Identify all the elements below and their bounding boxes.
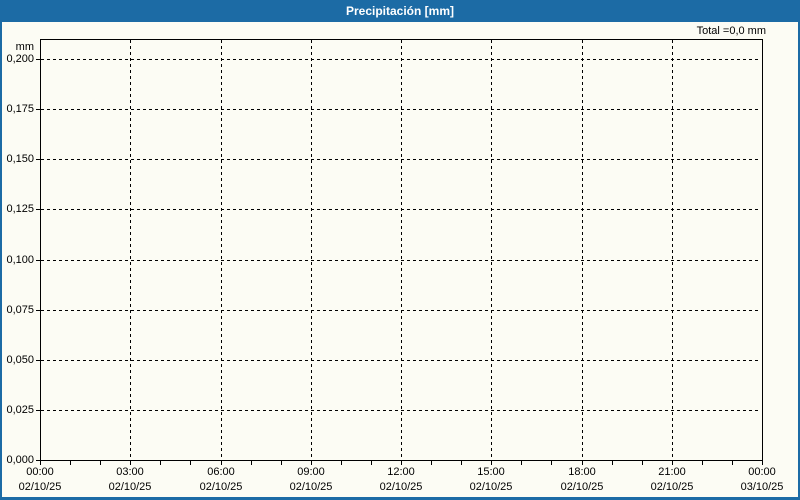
y-axis-tick <box>36 360 40 361</box>
x-time-label: 09:00 <box>297 466 325 478</box>
y-tick-label: 0,200 <box>6 53 34 65</box>
x-time-label: 06:00 <box>207 466 235 478</box>
x-grid-line <box>311 40 312 459</box>
x-time-label: 15:00 <box>477 466 505 478</box>
x-grid-line <box>672 40 673 459</box>
x-grid-line <box>130 40 131 459</box>
window-border-left <box>0 0 2 500</box>
x-date-label: 02/10/25 <box>379 481 423 493</box>
x-time-label: 18:00 <box>568 466 596 478</box>
x-time-label: 00:00 <box>748 466 776 478</box>
x-date-label: 02/10/25 <box>650 481 694 493</box>
x-time-label: 12:00 <box>387 466 415 478</box>
y-tick-label: 0,125 <box>6 203 34 215</box>
y-axis-tick <box>36 59 40 60</box>
x-grid-line <box>401 40 402 459</box>
x-date-label: 03/10/25 <box>740 481 784 493</box>
x-date-label: 02/10/25 <box>18 481 62 493</box>
x-grid-line <box>491 40 492 459</box>
y-axis-tick <box>36 260 40 261</box>
y-tick-label: 0,025 <box>6 404 34 416</box>
y-tick-label: 0,075 <box>6 304 34 316</box>
x-time-label: 00:00 <box>26 466 54 478</box>
x-date-label: 02/10/25 <box>199 481 243 493</box>
y-axis-tick <box>36 310 40 311</box>
x-time-label: 03:00 <box>116 466 144 478</box>
y-axis-tick <box>36 159 40 160</box>
x-date-label: 02/10/25 <box>469 481 513 493</box>
x-date-label: 02/10/25 <box>560 481 604 493</box>
y-axis-tick <box>36 109 40 110</box>
y-tick-label: 0,050 <box>6 354 34 366</box>
x-date-label: 02/10/25 <box>289 481 333 493</box>
x-time-label: 21:00 <box>658 466 686 478</box>
x-grid-line <box>582 40 583 459</box>
chart-window: Precipitación [mm] Total =0,0 mm mm 0,20… <box>0 0 800 500</box>
chart-title-bar: Precipitación [mm] <box>0 0 800 22</box>
x-date-label: 02/10/25 <box>108 481 152 493</box>
y-tick-label: 0,175 <box>6 103 34 115</box>
y-tick-label: 0,100 <box>6 254 34 266</box>
chart-title: Precipitación [mm] <box>345 4 455 18</box>
y-axis-tick <box>36 410 40 411</box>
y-tick-label: 0,150 <box>6 153 34 165</box>
y-axis-tick <box>36 209 40 210</box>
total-annotation: Total =0,0 mm <box>696 25 766 37</box>
x-grid-line <box>221 40 222 459</box>
